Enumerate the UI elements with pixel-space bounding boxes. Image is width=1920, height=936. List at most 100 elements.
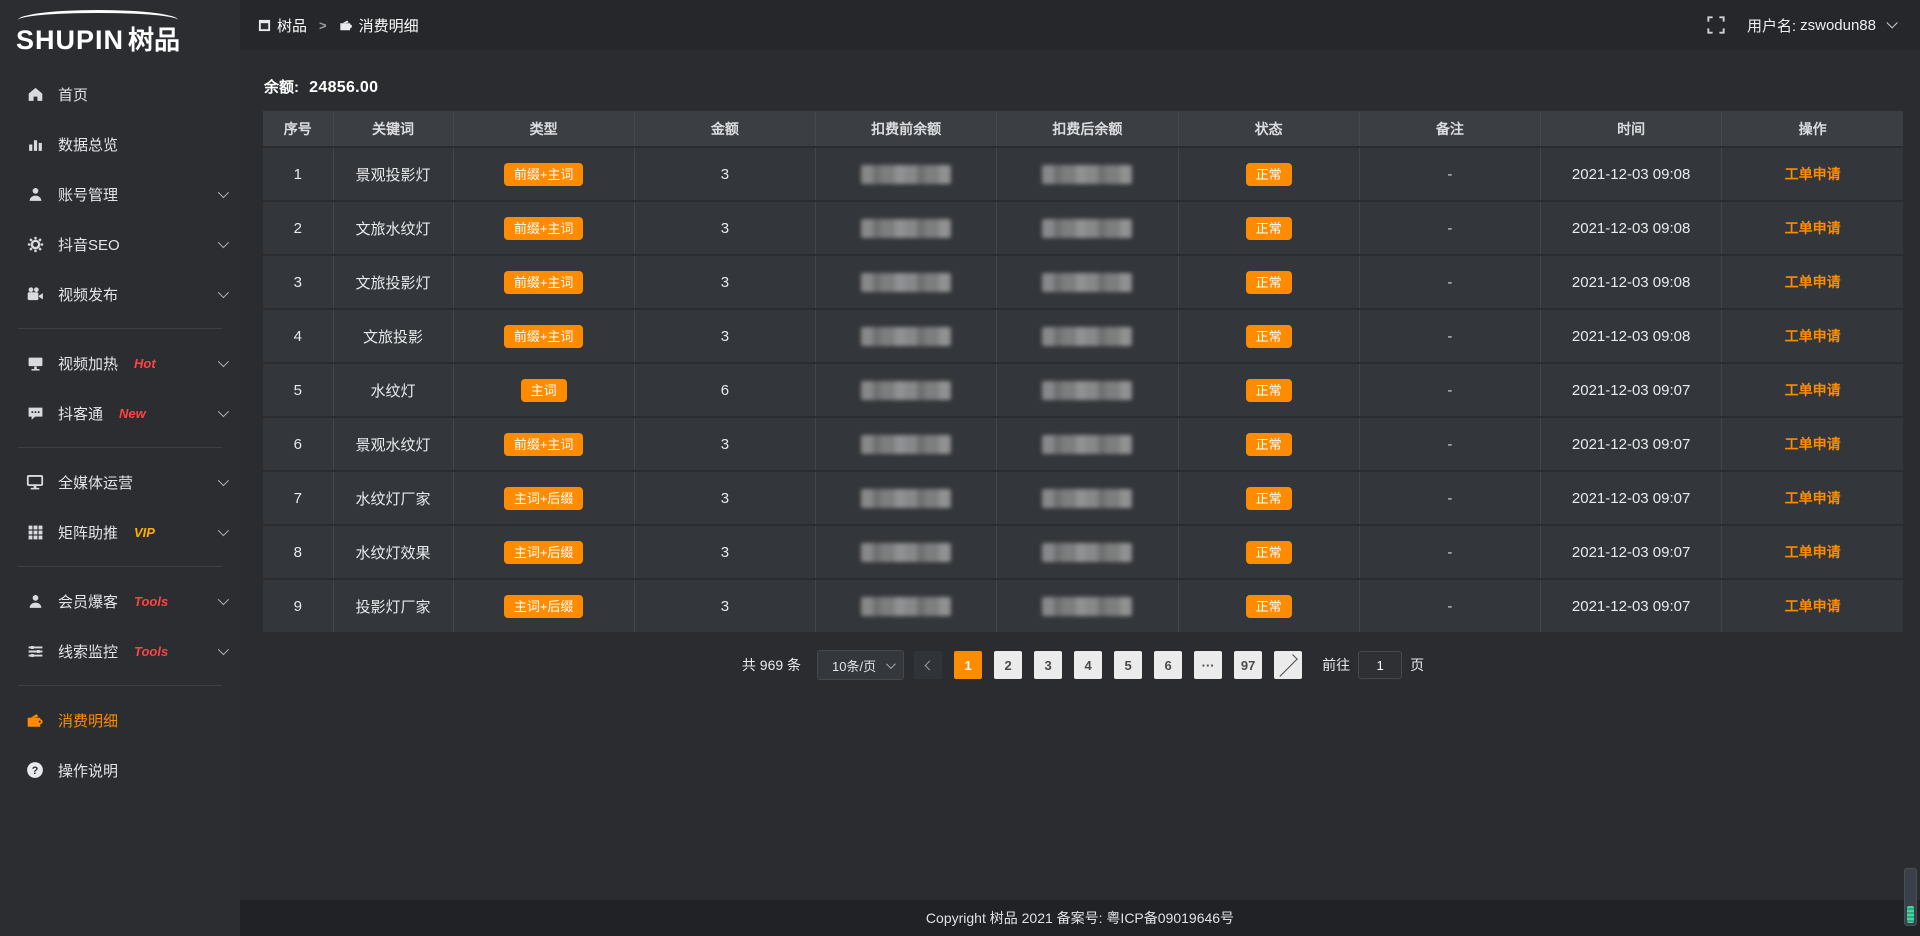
status-badge: 正常: [1246, 217, 1292, 240]
monitor-icon: [26, 473, 44, 491]
sidebar-item-instructions[interactable]: ? 操作说明: [0, 745, 240, 795]
fullscreen-icon[interactable]: [1707, 16, 1725, 34]
col-header-time: 时间: [1541, 111, 1722, 147]
page-button-2[interactable]: 2: [994, 651, 1022, 679]
cell-keyword: 景观投影灯: [333, 147, 453, 201]
sidebar-item-douketong[interactable]: 抖客通 New: [0, 388, 240, 438]
type-tag: 前缀+主词: [504, 271, 584, 294]
cell-amount: 3: [634, 471, 815, 525]
cell-keyword: 水纹灯效果: [333, 525, 453, 579]
sidebar-menu: 首页 数据总览 账号管理 抖音SEO 视频发布 视频加热 Hot: [0, 61, 240, 936]
page-size-select[interactable]: 10条/页: [817, 650, 904, 680]
ticket-request-link[interactable]: 工单申请: [1785, 382, 1841, 398]
page-button-4[interactable]: 4: [1074, 651, 1102, 679]
page-button-5[interactable]: 5: [1114, 651, 1142, 679]
cell-index: 8: [263, 525, 333, 579]
user-menu[interactable]: 用户名: zswodun88: [1747, 15, 1894, 36]
tools-badge: Tools: [134, 594, 168, 609]
redacted-balance-after: [1042, 219, 1132, 238]
ticket-request-link[interactable]: 工单申请: [1785, 220, 1841, 236]
breadcrumb-root[interactable]: 树品: [258, 15, 307, 36]
app-logo[interactable]: SHUPIN 树品: [0, 0, 240, 61]
sidebar-divider: [18, 447, 222, 448]
sidebar-item-label: 消费明细: [58, 710, 118, 731]
status-badge: 正常: [1246, 163, 1292, 186]
chevron-down-icon: [218, 594, 229, 605]
gear-icon: [26, 235, 44, 253]
scroll-widget[interactable]: [1904, 868, 1917, 926]
page-button-1[interactable]: 1: [954, 651, 982, 679]
member-icon: [26, 592, 44, 610]
col-header-keyword: 关键词: [333, 111, 453, 147]
status-badge: 正常: [1246, 487, 1292, 510]
next-page-button[interactable]: [1274, 651, 1302, 679]
redacted-balance-after: [1042, 543, 1132, 562]
sidebar-item-all-media[interactable]: 全媒体运营: [0, 457, 240, 507]
sidebar: SHUPIN 树品 首页 数据总览 账号管理 抖音SEO 视频发布: [0, 0, 240, 936]
bar-chart-icon: [26, 135, 44, 153]
sidebar-item-home[interactable]: 首页: [0, 69, 240, 119]
col-header-action: 操作: [1722, 111, 1903, 147]
cell-keyword: 投影灯厂家: [333, 579, 453, 633]
breadcrumb-current: 消费明细: [339, 15, 419, 36]
type-tag: 前缀+主词: [504, 163, 584, 186]
footer-bar: Copyright 树品 2021 备案号: 粤ICP备09019646号: [240, 900, 1920, 936]
table-row: 8 水纹灯效果 主词+后缀 3 正常 - 2021-12-03 09:07 工单…: [263, 525, 1903, 579]
page-button-97[interactable]: 97: [1234, 651, 1262, 679]
sidebar-item-video-publish[interactable]: 视频发布: [0, 269, 240, 319]
cell-index: 3: [263, 255, 333, 309]
cell-remark: -: [1359, 201, 1540, 255]
redacted-balance-after: [1042, 327, 1132, 346]
cell-remark: -: [1359, 309, 1540, 363]
sidebar-item-data-overview[interactable]: 数据总览: [0, 119, 240, 169]
username-value: zswodun88: [1800, 17, 1876, 34]
ticket-request-link[interactable]: 工单申请: [1785, 436, 1841, 452]
video-camera-icon: [26, 285, 44, 303]
sidebar-item-douyin-seo[interactable]: 抖音SEO: [0, 219, 240, 269]
sidebar-item-video-heat[interactable]: 视频加热 Hot: [0, 338, 240, 388]
redacted-balance-before: [861, 597, 951, 616]
hot-badge: Hot: [134, 356, 156, 371]
table-row: 3 文旅投影灯 前缀+主词 3 正常 - 2021-12-03 09:08 工单…: [263, 255, 1903, 309]
cell-keyword: 景观水纹灯: [333, 417, 453, 471]
redacted-balance-before: [861, 165, 951, 184]
user-icon: [26, 185, 44, 203]
sidebar-item-label: 视频发布: [58, 284, 118, 305]
sidebar-item-account[interactable]: 账号管理: [0, 169, 240, 219]
sidebar-item-matrix-boost[interactable]: 矩阵助推 VIP: [0, 507, 240, 557]
col-header-amount: 金额: [634, 111, 815, 147]
goto-page-input[interactable]: [1358, 651, 1402, 679]
sidebar-item-member-bloom[interactable]: 会员爆客 Tools: [0, 576, 240, 626]
ticket-request-link[interactable]: 工单申请: [1785, 490, 1841, 506]
ticket-request-link[interactable]: 工单申请: [1785, 598, 1841, 614]
scroll-thumb: [1907, 906, 1914, 923]
cell-amount: 3: [634, 255, 815, 309]
redacted-balance-after: [1042, 273, 1132, 292]
status-badge: 正常: [1246, 595, 1292, 618]
more-pages-button[interactable]: ···: [1194, 651, 1222, 679]
chevron-down-icon: [886, 659, 896, 669]
type-tag: 前缀+主词: [504, 433, 584, 456]
table-row: 5 水纹灯 主词 6 正常 - 2021-12-03 09:07 工单申请: [263, 363, 1903, 417]
pagination: 共 969 条 10条/页 1 2 3 4 5 6 ··· 97 前往 页: [263, 650, 1903, 680]
logo-text-en: SHUPIN: [16, 25, 124, 56]
sidebar-item-lead-monitor[interactable]: 线索监控 Tools: [0, 626, 240, 676]
redacted-balance-before: [861, 543, 951, 562]
username-label: 用户名:: [1747, 15, 1796, 36]
page-button-3[interactable]: 3: [1034, 651, 1062, 679]
cell-time: 2021-12-03 09:08: [1541, 147, 1722, 201]
ticket-request-link[interactable]: 工单申请: [1785, 544, 1841, 560]
ticket-request-link[interactable]: 工单申请: [1785, 328, 1841, 344]
ticket-request-link[interactable]: 工单申请: [1785, 166, 1841, 182]
page-button-6[interactable]: 6: [1154, 651, 1182, 679]
ticket-request-link[interactable]: 工单申请: [1785, 274, 1841, 290]
cell-amount: 3: [634, 147, 815, 201]
col-header-index: 序号: [263, 111, 333, 147]
type-tag: 前缀+主词: [504, 217, 584, 240]
sidebar-item-consumption-detail[interactable]: 消费明细: [0, 695, 240, 745]
cell-remark: -: [1359, 579, 1540, 633]
top-header-bar: 树品 > 消费明细 用户名: zswodun88: [240, 0, 1920, 50]
prev-page-button[interactable]: [914, 651, 942, 679]
balance-label: 余额:: [264, 79, 299, 96]
cell-time: 2021-12-03 09:07: [1541, 363, 1722, 417]
